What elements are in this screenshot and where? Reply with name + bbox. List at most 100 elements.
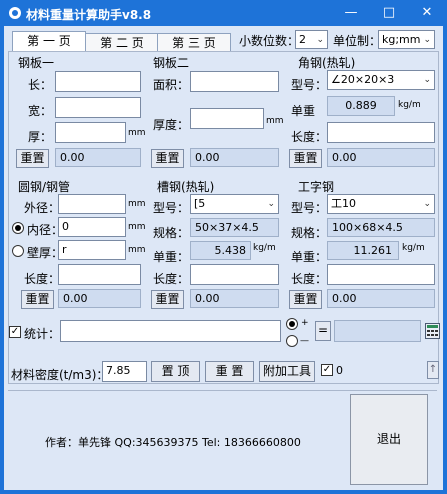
- unit-system-select[interactable]: kg;mm ⌄: [378, 30, 435, 49]
- stats-input[interactable]: [60, 320, 281, 342]
- close-button[interactable]: ✕: [408, 0, 446, 26]
- pin-top-button[interactable]: 置 顶: [151, 361, 200, 382]
- round-reset-button[interactable]: 重置: [21, 290, 54, 309]
- density-label: 材料密度(t/m3)：: [11, 368, 109, 382]
- round-header: 圆钢/钢管: [18, 180, 71, 194]
- tab-page-2[interactable]: 第 二 页: [85, 33, 159, 53]
- density-reset-button[interactable]: 重 置: [205, 361, 254, 382]
- round-inner-unit: mm: [128, 222, 146, 232]
- angle-unitw-unit: kg/m: [398, 100, 421, 110]
- plate2-result: 0.00: [190, 148, 279, 167]
- window-title: 材料重量计算助手v8.8: [26, 8, 152, 22]
- ibeam-reset-button[interactable]: 重置: [289, 290, 322, 309]
- channel-model-select[interactable]: [5 ⌄: [190, 194, 279, 214]
- channel-unitw-value: 5.438: [190, 241, 251, 260]
- round-length-label: 长度：: [24, 272, 61, 286]
- tab-page-3[interactable]: 第 三 页: [157, 33, 231, 53]
- ibeam-unitw-value: 11.261: [327, 241, 399, 260]
- extra-tools-button[interactable]: 附加工具: [259, 361, 315, 382]
- angle-model-select[interactable]: ∠20×20×3 ⌄: [327, 70, 435, 90]
- plate1-length-label: 长：: [28, 78, 53, 92]
- plate2-area-label: 面积：: [153, 78, 190, 92]
- author-info: 作者：单先锋 QQ:345639375 Tel: 18366660800: [45, 436, 301, 449]
- angle-reset-button[interactable]: 重置: [289, 149, 322, 168]
- channel-result: 0.00: [190, 289, 279, 308]
- chevron-down-icon: ⌄: [267, 199, 275, 209]
- app-icon: [9, 7, 21, 19]
- plate2-thick-unit: mm: [266, 116, 284, 126]
- round-inner-input[interactable]: 0: [58, 217, 126, 237]
- density-input[interactable]: 7.85: [102, 361, 147, 382]
- round-outer-input[interactable]: [58, 194, 126, 214]
- plate1-header: 钢板一: [18, 56, 55, 70]
- angle-header: 角钢(热轧): [298, 56, 356, 70]
- round-result: 0.00: [58, 289, 141, 308]
- maximize-button[interactable]: □: [370, 0, 408, 26]
- channel-spec-value: 50×37×4.5: [190, 218, 279, 237]
- plate2-reset-button[interactable]: 重置: [151, 149, 184, 168]
- inner-diameter-radio[interactable]: [12, 222, 24, 234]
- equals-button[interactable]: =: [315, 321, 331, 341]
- angle-length-label: 长度：: [291, 130, 328, 144]
- channel-unitw-label: 单重：: [153, 250, 190, 264]
- stats-label: 统计：: [24, 327, 61, 341]
- plate2-thick-input[interactable]: [190, 108, 264, 129]
- ibeam-header: 工字钢: [298, 180, 335, 194]
- channel-spec-label: 规格：: [153, 226, 190, 240]
- ibeam-model-select[interactable]: 工10 ⌄: [327, 194, 435, 214]
- channel-model-label: 型号：: [153, 201, 190, 215]
- angle-length-input[interactable]: [327, 122, 435, 143]
- extra-checkbox[interactable]: ✓: [321, 364, 333, 376]
- tab-page-1[interactable]: 第 一 页: [12, 31, 86, 52]
- ibeam-unitw-label: 单重：: [291, 250, 328, 264]
- minus-label: —: [300, 336, 309, 346]
- chevron-down-icon: ⌄: [423, 35, 431, 45]
- plus-label: +: [301, 318, 309, 328]
- plate2-area-input[interactable]: [190, 71, 279, 92]
- ibeam-length-input[interactable]: [327, 264, 435, 285]
- channel-header: 槽钢(热轧): [157, 180, 215, 194]
- channel-reset-button[interactable]: 重置: [151, 290, 184, 309]
- plate1-result: 0.00: [55, 148, 141, 167]
- ibeam-model-label: 型号：: [291, 201, 328, 215]
- channel-unitw-unit: kg/m: [253, 243, 276, 253]
- round-outer-unit: mm: [128, 199, 146, 209]
- ibeam-spec-value: 100×68×4.5: [327, 218, 435, 237]
- plate1-thick-unit: mm: [128, 128, 146, 138]
- stats-checkbox[interactable]: ✓: [9, 326, 21, 338]
- channel-length-input[interactable]: [190, 264, 279, 285]
- extra-check-label: 0: [336, 364, 343, 377]
- plate1-width-input[interactable]: [55, 97, 141, 118]
- ibeam-result: 0.00: [327, 289, 435, 308]
- ibeam-length-label: 长度：: [291, 272, 328, 286]
- round-wall-unit: mm: [128, 245, 146, 255]
- plate1-reset-button[interactable]: 重置: [16, 149, 49, 168]
- decimals-label: 小数位数：: [239, 34, 300, 48]
- channel-length-label: 长度：: [153, 272, 190, 286]
- unit-system-label: 单位制：: [333, 34, 382, 48]
- chevron-down-icon: ⌄: [316, 35, 324, 45]
- angle-result: 0.00: [327, 148, 435, 167]
- angle-unitw-label: 单重: [291, 104, 316, 118]
- ibeam-unitw-unit: kg/m: [402, 243, 425, 253]
- chevron-down-icon: ⌄: [423, 199, 431, 209]
- wall-thickness-radio[interactable]: [12, 245, 24, 257]
- chevron-down-icon: ⌄: [423, 75, 431, 85]
- plus-radio[interactable]: [286, 318, 298, 330]
- plate2-thick-label: 厚度：: [153, 118, 190, 132]
- ibeam-spec-label: 规格：: [291, 226, 328, 240]
- scroll-up-button[interactable]: ↑: [427, 361, 439, 379]
- plate1-thick-input[interactable]: [55, 122, 126, 143]
- decimals-select[interactable]: 2 ⌄: [295, 30, 328, 49]
- round-length-input[interactable]: [58, 264, 141, 285]
- exit-button[interactable]: 退出: [350, 394, 428, 485]
- round-outer-label: 外径：: [24, 201, 61, 215]
- plate1-thick-label: 厚：: [28, 130, 53, 144]
- minus-radio[interactable]: [286, 335, 298, 347]
- angle-model-label: 型号：: [291, 78, 328, 92]
- plate2-header: 钢板二: [153, 56, 190, 70]
- plate1-length-input[interactable]: [55, 71, 141, 92]
- calculator-icon[interactable]: [425, 323, 440, 339]
- minimize-button[interactable]: —: [332, 0, 370, 26]
- round-wall-input[interactable]: r: [58, 240, 126, 260]
